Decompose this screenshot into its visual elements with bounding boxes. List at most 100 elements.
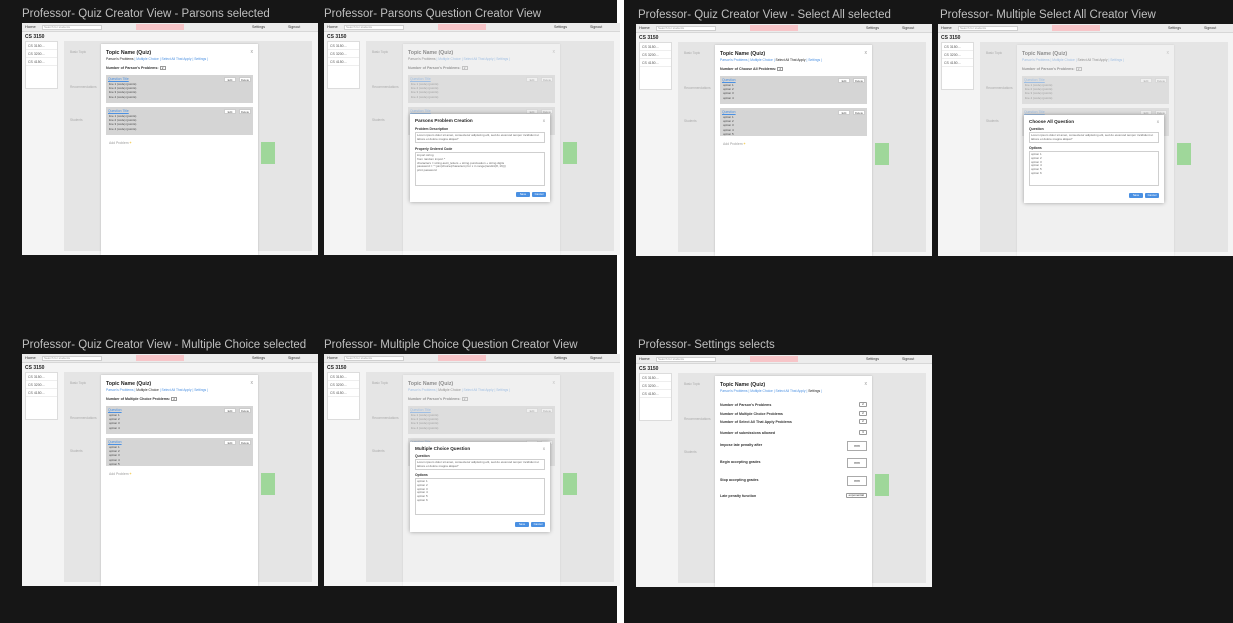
edit-button[interactable]: Edit (224, 77, 236, 82)
bg-tab[interactable]: Students (986, 119, 999, 123)
close-icon[interactable]: x (553, 49, 556, 55)
bg-tab[interactable]: Basic Topic (70, 381, 86, 385)
course-list-item[interactable]: CS 4150... (26, 389, 57, 397)
signout-link[interactable]: Signout (902, 26, 914, 30)
tab-select-all-that-apply[interactable]: Select All That Apply (162, 388, 192, 392)
edit-button[interactable]: Edit (526, 77, 538, 82)
close-icon[interactable]: x (865, 50, 868, 56)
problem-description-input[interactable]: Lorem ipsum dolor sit amet, consectetur … (415, 132, 545, 143)
signout-link[interactable]: Signout (1204, 26, 1216, 30)
tab-parson-s-problems[interactable]: Parson's Problems (720, 389, 748, 393)
settings-control[interactable]: 2 (859, 402, 867, 407)
edit-button[interactable]: Edit (838, 110, 850, 115)
bg-tab[interactable]: Recommendations (986, 86, 1013, 90)
question-title[interactable]: Question (108, 408, 122, 412)
search-input[interactable]: Search for students (344, 24, 404, 30)
home-link[interactable]: Home (639, 356, 650, 361)
bg-tab[interactable]: Basic Topic (684, 382, 700, 386)
problem-count-input[interactable]: 2 (171, 397, 178, 402)
search-input[interactable]: Search for students (958, 25, 1018, 31)
signout-link[interactable]: Signout (288, 356, 300, 360)
course-list-item[interactable]: CS 4150... (640, 59, 671, 67)
tab-select-all-that-apply[interactable]: Select All That Apply (776, 389, 806, 393)
settings-control[interactable]: mm (847, 441, 867, 451)
bg-tab[interactable]: Basic Topic (986, 51, 1002, 55)
tab-multiple-choice[interactable]: Multiple Choice (136, 57, 159, 61)
close-icon[interactable]: x (543, 118, 545, 123)
bg-tab[interactable]: Students (684, 119, 697, 123)
options-input[interactable]: option 1 option 2 option 3 option 4 option 5… (1029, 151, 1159, 186)
bg-tab[interactable]: Students (372, 118, 385, 122)
bg-tab[interactable]: Basic Topic (70, 50, 86, 54)
tab-multiple-choice[interactable]: Multiple Choice (750, 389, 773, 393)
search-input[interactable]: Search for students (344, 355, 404, 361)
settings-link[interactable]: Settings (554, 356, 567, 360)
settings-control[interactable]: 3 (859, 430, 867, 435)
edit-button[interactable]: Edit (224, 109, 236, 114)
tab-settings[interactable]: Settings (808, 389, 820, 393)
close-icon[interactable]: x (1157, 119, 1159, 124)
settings-control[interactable]: 2 (859, 411, 867, 416)
settings-link[interactable]: Settings (252, 25, 265, 29)
edit-button[interactable]: Edit (224, 440, 236, 445)
settings-control[interactable]: exponential (845, 493, 867, 498)
close-icon[interactable]: x (1167, 50, 1170, 56)
search-input[interactable]: Search for students (656, 25, 716, 31)
problem-count-input[interactable]: 2 (777, 67, 784, 72)
problem-count-input[interactable]: 2 (461, 397, 468, 402)
course-list-item[interactable]: CS 3150... (640, 374, 671, 382)
delete-button[interactable]: Delete (239, 440, 251, 445)
settings-link[interactable]: Settings (554, 25, 567, 29)
course-list-item[interactable]: CS 3200... (640, 51, 671, 59)
course-list-item[interactable]: CS 4150... (328, 389, 359, 397)
delete-button[interactable]: Delete (239, 77, 251, 82)
search-input[interactable]: Search for students (42, 355, 102, 361)
search-input[interactable]: Search for students (656, 356, 716, 362)
delete-button[interactable]: Delete (853, 78, 865, 83)
problem-count-input[interactable]: 2 (461, 66, 468, 71)
tab-settings[interactable]: Settings (496, 57, 508, 61)
tab-parson-s-problems[interactable]: Parson's Problems (106, 57, 134, 61)
edit-button[interactable]: Edit (526, 408, 538, 413)
course-list-item[interactable]: CS 3150... (328, 373, 359, 381)
tab-settings[interactable]: Settings (496, 388, 508, 392)
course-list-item[interactable]: CS 4150... (942, 59, 973, 67)
bg-tab[interactable]: Students (70, 118, 83, 122)
delete-button[interactable]: Delete (541, 77, 553, 82)
close-icon[interactable]: x (251, 380, 254, 386)
save-button[interactable]: Save (516, 192, 530, 197)
settings-control[interactable]: mm (847, 476, 867, 486)
ordered-code-input[interactable]: import string from random import * charact… (415, 152, 545, 186)
close-icon[interactable]: x (251, 49, 254, 55)
delete-button[interactable]: Delete (853, 110, 865, 115)
tab-multiple-choice[interactable]: Multiple Choice (1052, 58, 1075, 62)
tab-select-all-that-apply[interactable]: Select All That Apply (464, 57, 494, 61)
tab-select-all-that-apply[interactable]: Select All That Apply (162, 57, 192, 61)
settings-link[interactable]: Settings (866, 26, 879, 30)
course-list-item[interactable]: CS 3150... (942, 43, 973, 51)
signout-link[interactable]: Signout (590, 356, 602, 360)
settings-control[interactable]: mm (847, 458, 867, 468)
tab-select-all-that-apply[interactable]: Select All That Apply (776, 58, 806, 62)
tab-multiple-choice[interactable]: Multiple Choice (136, 388, 159, 392)
question-title[interactable]: Question Title (108, 109, 129, 113)
delete-button[interactable]: Delete (239, 408, 251, 413)
bg-tab[interactable]: Basic Topic (372, 50, 388, 54)
question-title[interactable]: Question Title (108, 77, 129, 81)
question-input[interactable]: Lorem ipsum dolor sit amet, consectetur … (1029, 132, 1159, 143)
tab-settings[interactable]: Settings (194, 388, 206, 392)
signout-link[interactable]: Signout (288, 25, 300, 29)
save-button[interactable]: Save (515, 522, 529, 527)
bg-tab[interactable]: Basic Topic (684, 51, 700, 55)
settings-link[interactable]: Settings (866, 357, 879, 361)
options-input[interactable]: option 1 option 2 option 3 option 4 option 5… (415, 478, 545, 515)
delete-button[interactable]: Delete (1155, 78, 1167, 83)
tab-multiple-choice[interactable]: Multiple Choice (438, 57, 461, 61)
bg-tab[interactable]: Recommendations (684, 86, 711, 90)
tab-parson-s-problems[interactable]: Parson's Problems (408, 388, 436, 392)
home-link[interactable]: Home (327, 24, 338, 29)
tab-select-all-that-apply[interactable]: Select All That Apply (1078, 58, 1108, 62)
search-input[interactable]: Search for students (42, 24, 102, 30)
problem-count-input[interactable]: 2 (1075, 67, 1082, 72)
settings-control[interactable]: 2 (859, 419, 867, 424)
